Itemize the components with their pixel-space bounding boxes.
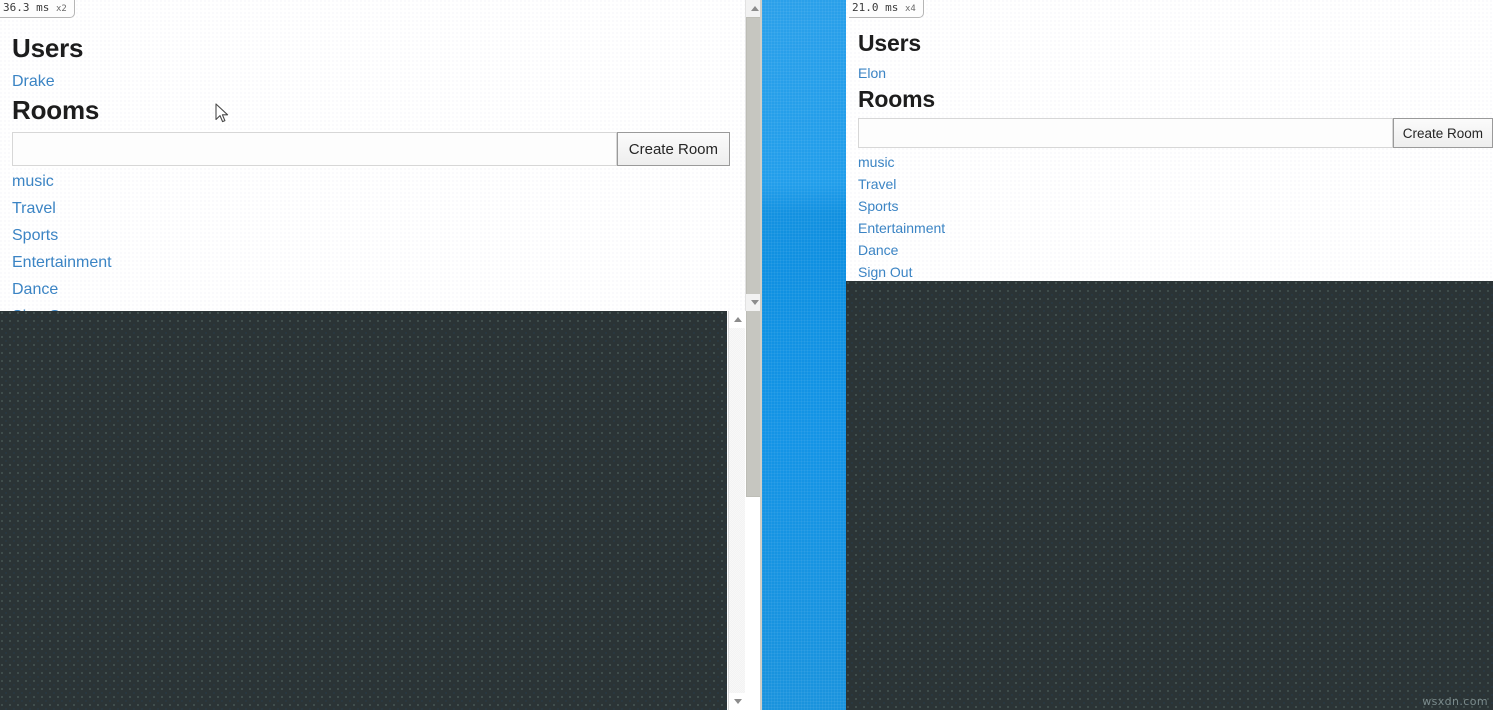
left-user-link-drake[interactable]: Drake (12, 74, 55, 90)
right-perf-time: 21.0 ms (852, 1, 899, 14)
chevron-down-icon (733, 699, 742, 704)
left-sign-out-link[interactable]: Sign Out (12, 309, 112, 312)
site-watermark: wsxdn.com (1422, 695, 1488, 708)
desktop-wallpaper (762, 0, 846, 710)
left-room-link-dance[interactable]: Dance (12, 282, 112, 298)
right-sign-out-link[interactable]: Sign Out (858, 265, 945, 279)
chevron-up-icon (750, 6, 759, 11)
left-lower-scroll-up-button[interactable] (729, 311, 746, 328)
left-create-room-button[interactable]: Create Room (616, 132, 730, 166)
left-browser-window: Users Drake Rooms Create Room music Trav… (0, 0, 762, 710)
left-room-link-entertainment[interactable]: Entertainment (12, 255, 112, 271)
left-perf-count: x2 (55, 4, 67, 14)
left-rooms-heading: Rooms (12, 95, 100, 125)
left-room-link-sports[interactable]: Sports (12, 228, 112, 244)
left-create-room-form: Create Room (12, 132, 730, 166)
chevron-down-icon (750, 300, 759, 305)
right-users-heading: Users (858, 30, 921, 56)
left-lower-scroll-down-button[interactable] (729, 693, 746, 710)
right-user-link-elon[interactable]: Elon (858, 66, 886, 80)
right-rooms-list: music Travel Sports Entertainment Dance … (858, 155, 945, 279)
right-room-link-music[interactable]: music (858, 155, 945, 169)
right-rooms-heading: Rooms (858, 86, 935, 112)
left-perf-badge: 36.3 ms x2 (0, 0, 75, 19)
right-page-viewport: Users Elon Rooms Create Room music Trave… (846, 0, 1493, 281)
left-room-link-travel[interactable]: Travel (12, 201, 112, 217)
right-create-room-button[interactable]: Create Room (1392, 118, 1493, 148)
left-lower-scrollbar[interactable] (728, 311, 746, 710)
right-room-link-travel[interactable]: Travel (858, 177, 945, 191)
right-room-link-entertainment[interactable]: Entertainment (858, 221, 945, 235)
left-perf-time: 36.3 ms (3, 1, 50, 14)
left-users-heading: Users (12, 33, 84, 63)
left-rooms-list: music Travel Sports Entertainment Dance … (12, 174, 112, 312)
right-perf-count: x4 (904, 4, 916, 14)
right-room-link-dance[interactable]: Dance (858, 243, 945, 257)
right-browser-window: Users Elon Rooms Create Room music Trave… (846, 0, 1493, 710)
left-room-name-input[interactable] (12, 132, 617, 166)
right-room-name-input[interactable] (858, 118, 1393, 148)
right-perf-badge: 21.0 ms x4 (849, 0, 924, 19)
left-video-panel (0, 311, 727, 710)
right-create-room-form: Create Room (858, 118, 1493, 148)
left-room-link-music[interactable]: music (12, 174, 112, 190)
screen: Users Drake Rooms Create Room music Trav… (0, 0, 1493, 710)
mouse-cursor-icon (215, 103, 229, 123)
chevron-up-icon (733, 317, 742, 322)
right-video-panel (846, 281, 1493, 710)
left-page-viewport: Users Drake Rooms Create Room music Trav… (0, 0, 745, 311)
right-room-link-sports[interactable]: Sports (858, 199, 945, 213)
